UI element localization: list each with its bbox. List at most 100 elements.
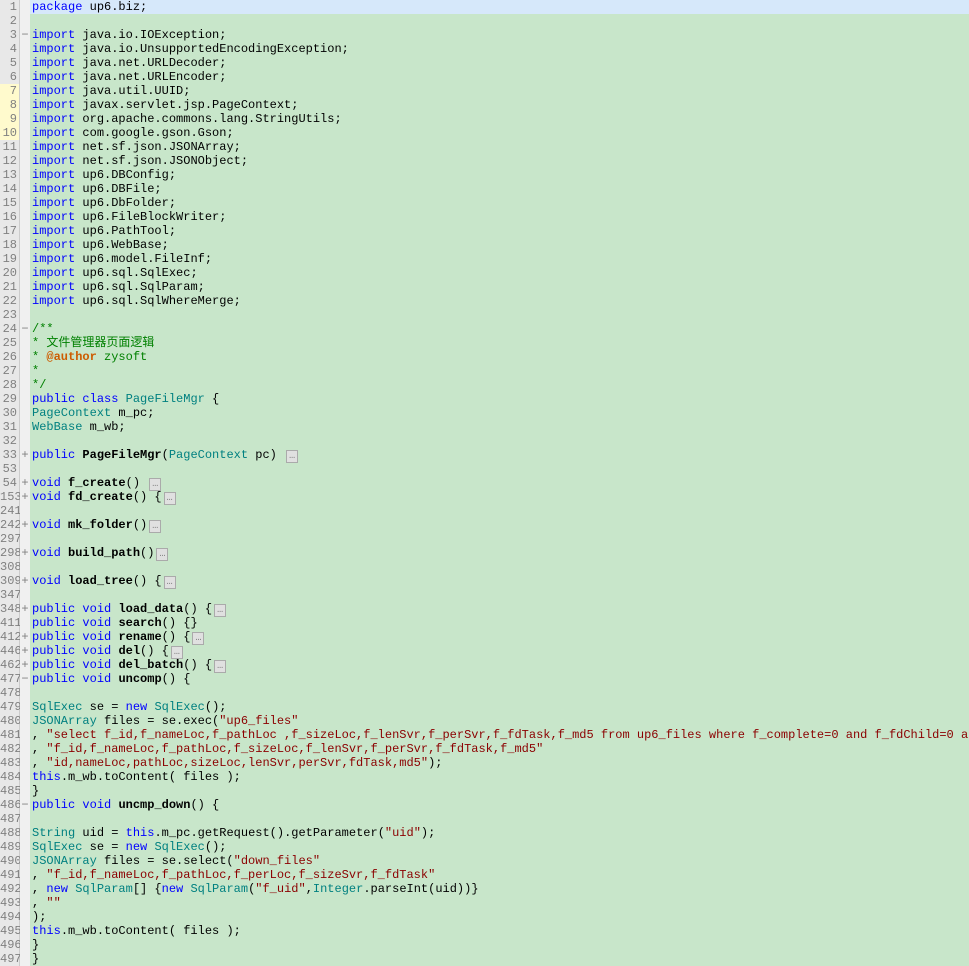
code-line[interactable]: 242+ void mk_folder()… bbox=[0, 518, 969, 532]
code-content[interactable]: this.m_wb.toContent( files ); bbox=[30, 770, 969, 784]
code-content[interactable] bbox=[30, 504, 969, 518]
code-content[interactable]: import java.util.UUID; bbox=[30, 84, 969, 98]
code-line[interactable]: 33+ public PageFileMgr(PageContext pc) … bbox=[0, 448, 969, 462]
code-line[interactable]: 153+ void fd_create() {… bbox=[0, 490, 969, 504]
code-content[interactable]: * bbox=[30, 364, 969, 378]
fold-toggle[interactable]: + bbox=[20, 490, 30, 504]
code-content[interactable]: void load_tree() {… bbox=[30, 574, 969, 588]
code-line[interactable]: 8import javax.servlet.jsp.PageContext; bbox=[0, 98, 969, 112]
code-line[interactable]: 490 JSONArray files = se.select("down_fi… bbox=[0, 854, 969, 868]
code-line[interactable]: 18import up6.WebBase; bbox=[0, 238, 969, 252]
code-content[interactable]: , "select f_id,f_nameLoc,f_pathLoc ,f_si… bbox=[30, 728, 969, 742]
code-content[interactable]: this.m_wb.toContent( files ); bbox=[30, 924, 969, 938]
code-line[interactable]: 297 bbox=[0, 532, 969, 546]
code-content[interactable]: import up6.WebBase; bbox=[30, 238, 969, 252]
code-content[interactable]: public void uncmp_down() { bbox=[30, 798, 969, 812]
code-line[interactable]: 484 this.m_wb.toContent( files ); bbox=[0, 770, 969, 784]
code-line[interactable]: 19import up6.model.FileInf; bbox=[0, 252, 969, 266]
fold-toggle[interactable]: + bbox=[20, 630, 30, 644]
code-line[interactable]: 30 PageContext m_pc; bbox=[0, 406, 969, 420]
code-line[interactable]: 493 , "" bbox=[0, 896, 969, 910]
code-content[interactable]: WebBase m_wb; bbox=[30, 420, 969, 434]
code-line[interactable]: 31 WebBase m_wb; bbox=[0, 420, 969, 434]
code-line[interactable]: 17import up6.PathTool; bbox=[0, 224, 969, 238]
fold-toggle[interactable]: + bbox=[20, 644, 30, 658]
fold-toggle[interactable]: − bbox=[20, 28, 30, 42]
code-content[interactable]: SqlExec se = new SqlExec(); bbox=[30, 700, 969, 714]
code-content[interactable]: , "f_id,f_nameLoc,f_pathLoc,f_perLoc,f_s… bbox=[30, 868, 969, 882]
code-line[interactable]: 13import up6.DBConfig; bbox=[0, 168, 969, 182]
code-line[interactable]: 497} bbox=[0, 952, 969, 966]
code-content[interactable]: /** bbox=[30, 322, 969, 336]
code-content[interactable]: , new SqlParam[] {new SqlParam("f_uid",I… bbox=[30, 882, 969, 896]
code-content[interactable]: * 文件管理器页面逻辑 bbox=[30, 336, 969, 350]
code-line[interactable]: 486− public void uncmp_down() { bbox=[0, 798, 969, 812]
code-line[interactable]: 462+ public void del_batch() {… bbox=[0, 658, 969, 672]
code-content[interactable]: ); bbox=[30, 910, 969, 924]
code-content[interactable]: , "f_id,f_nameLoc,f_pathLoc,f_sizeLoc,f_… bbox=[30, 742, 969, 756]
code-line[interactable]: 22import up6.sql.SqlWhereMerge; bbox=[0, 294, 969, 308]
code-content[interactable] bbox=[30, 14, 969, 28]
code-line[interactable]: 298+ void build_path()… bbox=[0, 546, 969, 560]
fold-toggle[interactable]: + bbox=[20, 658, 30, 672]
code-line[interactable]: 478 bbox=[0, 686, 969, 700]
code-line[interactable]: 411 public void search() {} bbox=[0, 616, 969, 630]
code-line[interactable]: 489 SqlExec se = new SqlExec(); bbox=[0, 840, 969, 854]
code-line[interactable]: 32 bbox=[0, 434, 969, 448]
fold-toggle[interactable]: − bbox=[20, 798, 30, 812]
code-content[interactable]: void build_path()… bbox=[30, 546, 969, 560]
code-line[interactable]: 26 * @author zysoft bbox=[0, 350, 969, 364]
code-line[interactable]: 480 JSONArray files = se.exec("up6_files… bbox=[0, 714, 969, 728]
code-content[interactable]: * @author zysoft bbox=[30, 350, 969, 364]
code-content[interactable]: import com.google.gson.Gson; bbox=[30, 126, 969, 140]
code-line[interactable]: 6import java.net.URLEncoder; bbox=[0, 70, 969, 84]
code-line[interactable]: 308 bbox=[0, 560, 969, 574]
code-content[interactable]: SqlExec se = new SqlExec(); bbox=[30, 840, 969, 854]
code-content[interactable]: import up6.sql.SqlWhereMerge; bbox=[30, 294, 969, 308]
code-content[interactable]: void mk_folder()… bbox=[30, 518, 969, 532]
code-line[interactable]: 54+ void f_create() … bbox=[0, 476, 969, 490]
code-line[interactable]: 2 bbox=[0, 14, 969, 28]
code-content[interactable]: public void rename() {… bbox=[30, 630, 969, 644]
code-line[interactable]: 28 */ bbox=[0, 378, 969, 392]
code-content[interactable]: public void del_batch() {… bbox=[30, 658, 969, 672]
code-line[interactable]: 348+ public void load_data() {… bbox=[0, 602, 969, 616]
code-line[interactable]: 309+ void load_tree() {… bbox=[0, 574, 969, 588]
code-content[interactable]: JSONArray files = se.exec("up6_files" bbox=[30, 714, 969, 728]
code-line[interactable]: 9import org.apache.commons.lang.StringUt… bbox=[0, 112, 969, 126]
code-content[interactable]: public PageFileMgr(PageContext pc) … bbox=[30, 448, 969, 462]
code-line[interactable]: 12import net.sf.json.JSONObject; bbox=[0, 154, 969, 168]
fold-toggle[interactable]: + bbox=[20, 476, 30, 490]
code-content[interactable]: package up6.biz; bbox=[30, 0, 969, 14]
code-line[interactable]: 347 bbox=[0, 588, 969, 602]
fold-toggle[interactable]: + bbox=[20, 518, 30, 532]
code-content[interactable]: JSONArray files = se.select("down_files" bbox=[30, 854, 969, 868]
code-line[interactable]: 481 , "select f_id,f_nameLoc,f_pathLoc ,… bbox=[0, 728, 969, 742]
code-content[interactable]: public void search() {} bbox=[30, 616, 969, 630]
code-content[interactable]: import up6.model.FileInf; bbox=[30, 252, 969, 266]
code-content[interactable]: } bbox=[30, 952, 969, 966]
code-content[interactable]: } bbox=[30, 784, 969, 798]
code-content[interactable]: import up6.PathTool; bbox=[30, 224, 969, 238]
code-content[interactable]: public class PageFileMgr { bbox=[30, 392, 969, 406]
code-content[interactable] bbox=[30, 532, 969, 546]
code-content[interactable] bbox=[30, 308, 969, 322]
fold-toggle[interactable]: − bbox=[20, 672, 30, 686]
code-content[interactable]: import java.net.URLDecoder; bbox=[30, 56, 969, 70]
code-line[interactable]: 16import up6.FileBlockWriter; bbox=[0, 210, 969, 224]
code-line[interactable]: 20import up6.sql.SqlExec; bbox=[0, 266, 969, 280]
code-line[interactable]: 491 , "f_id,f_nameLoc,f_pathLoc,f_perLoc… bbox=[0, 868, 969, 882]
fold-toggle[interactable]: + bbox=[20, 574, 30, 588]
code-line[interactable]: 492 , new SqlParam[] {new SqlParam("f_ui… bbox=[0, 882, 969, 896]
code-line[interactable]: 29public class PageFileMgr { bbox=[0, 392, 969, 406]
code-content[interactable] bbox=[30, 462, 969, 476]
code-content[interactable]: import up6.DbFolder; bbox=[30, 196, 969, 210]
code-line[interactable]: 4import java.io.UnsupportedEncodingExcep… bbox=[0, 42, 969, 56]
code-line[interactable]: 15import up6.DbFolder; bbox=[0, 196, 969, 210]
code-content[interactable]: public void del() {… bbox=[30, 644, 969, 658]
fold-toggle[interactable]: + bbox=[20, 602, 30, 616]
code-line[interactable]: 14import up6.DBFile; bbox=[0, 182, 969, 196]
code-line[interactable]: 446+ public void del() {… bbox=[0, 644, 969, 658]
fold-toggle[interactable]: + bbox=[20, 546, 30, 560]
code-line[interactable]: 495 this.m_wb.toContent( files ); bbox=[0, 924, 969, 938]
